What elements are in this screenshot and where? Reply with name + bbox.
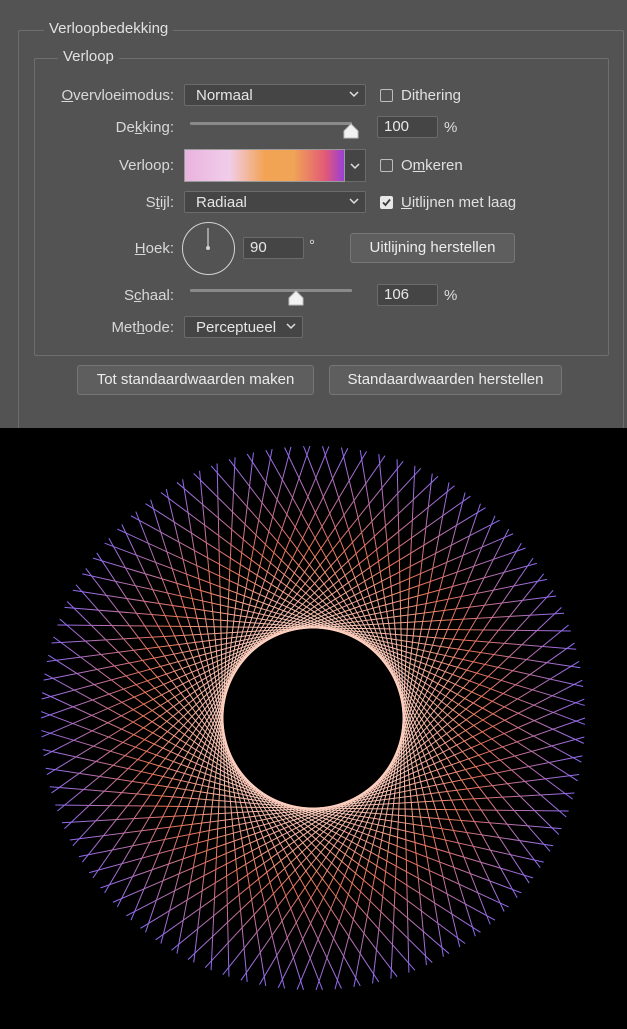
- blend-mode-value: Normaal: [196, 87, 253, 104]
- align-with-layer-checkbox[interactable]: [380, 196, 393, 209]
- method-dropdown[interactable]: Perceptueel: [184, 316, 303, 338]
- chevron-down-icon: [349, 91, 359, 98]
- method-label: Methode:: [111, 319, 174, 336]
- angle-input[interactable]: 90: [243, 237, 304, 259]
- gradient-swatch[interactable]: [184, 149, 345, 182]
- gradient-label: Verloop:: [118, 157, 174, 174]
- make-default-button[interactable]: Tot standaardwaarden maken: [77, 365, 314, 395]
- inner-group-title: Verloop: [58, 48, 119, 66]
- chevron-down-icon: [286, 323, 296, 330]
- chevron-down-icon: [350, 163, 360, 170]
- chevron-down-icon: [349, 198, 359, 205]
- spirograph-artwork: [40, 445, 586, 991]
- opacity-slider-track[interactable]: [190, 122, 352, 125]
- style-value: Radiaal: [196, 194, 247, 211]
- reset-alignment-button[interactable]: Uitlijning herstellen: [350, 233, 515, 263]
- scale-label: Schaal:: [123, 287, 174, 304]
- reverse-checkbox[interactable]: [380, 159, 393, 172]
- dithering-label: Dithering: [401, 87, 462, 104]
- scale-unit: %: [444, 287, 458, 304]
- gradient-overlay-panel: Verloopbedekking Verloop Overvloeimodus:…: [0, 0, 627, 429]
- angle-indicator: [206, 228, 210, 250]
- scale-input[interactable]: 106: [377, 284, 438, 306]
- opacity-label: Dekking:: [115, 119, 174, 136]
- scale-slider-thumb[interactable]: [288, 290, 304, 306]
- canvas-preview: [0, 428, 627, 1024]
- reverse-label: Omkeren: [401, 157, 463, 174]
- angle-label: Hoek:: [134, 240, 174, 257]
- outer-group-title: Verloopbedekking: [44, 20, 174, 38]
- reset-to-default-button[interactable]: Standaardwaarden herstellen: [329, 365, 562, 395]
- blend-mode-label: Overvloeimodus:: [61, 87, 174, 104]
- gradient-picker-button[interactable]: [345, 149, 366, 182]
- align-with-layer-label: Uitlijnen met laag: [401, 194, 517, 211]
- blend-mode-dropdown[interactable]: Normaal: [184, 84, 366, 106]
- dithering-checkbox[interactable]: [380, 89, 393, 102]
- method-value: Perceptueel: [196, 319, 277, 336]
- opacity-input[interactable]: 100: [377, 116, 438, 138]
- scale-slider-track[interactable]: [190, 289, 352, 292]
- style-dropdown[interactable]: Radiaal: [184, 191, 366, 213]
- opacity-slider-thumb[interactable]: [343, 123, 359, 139]
- checkmark-icon: [382, 198, 391, 207]
- angle-dial[interactable]: [182, 222, 235, 275]
- opacity-unit: %: [444, 119, 458, 136]
- angle-unit: °: [309, 237, 315, 254]
- style-label: Stijl:: [145, 194, 174, 211]
